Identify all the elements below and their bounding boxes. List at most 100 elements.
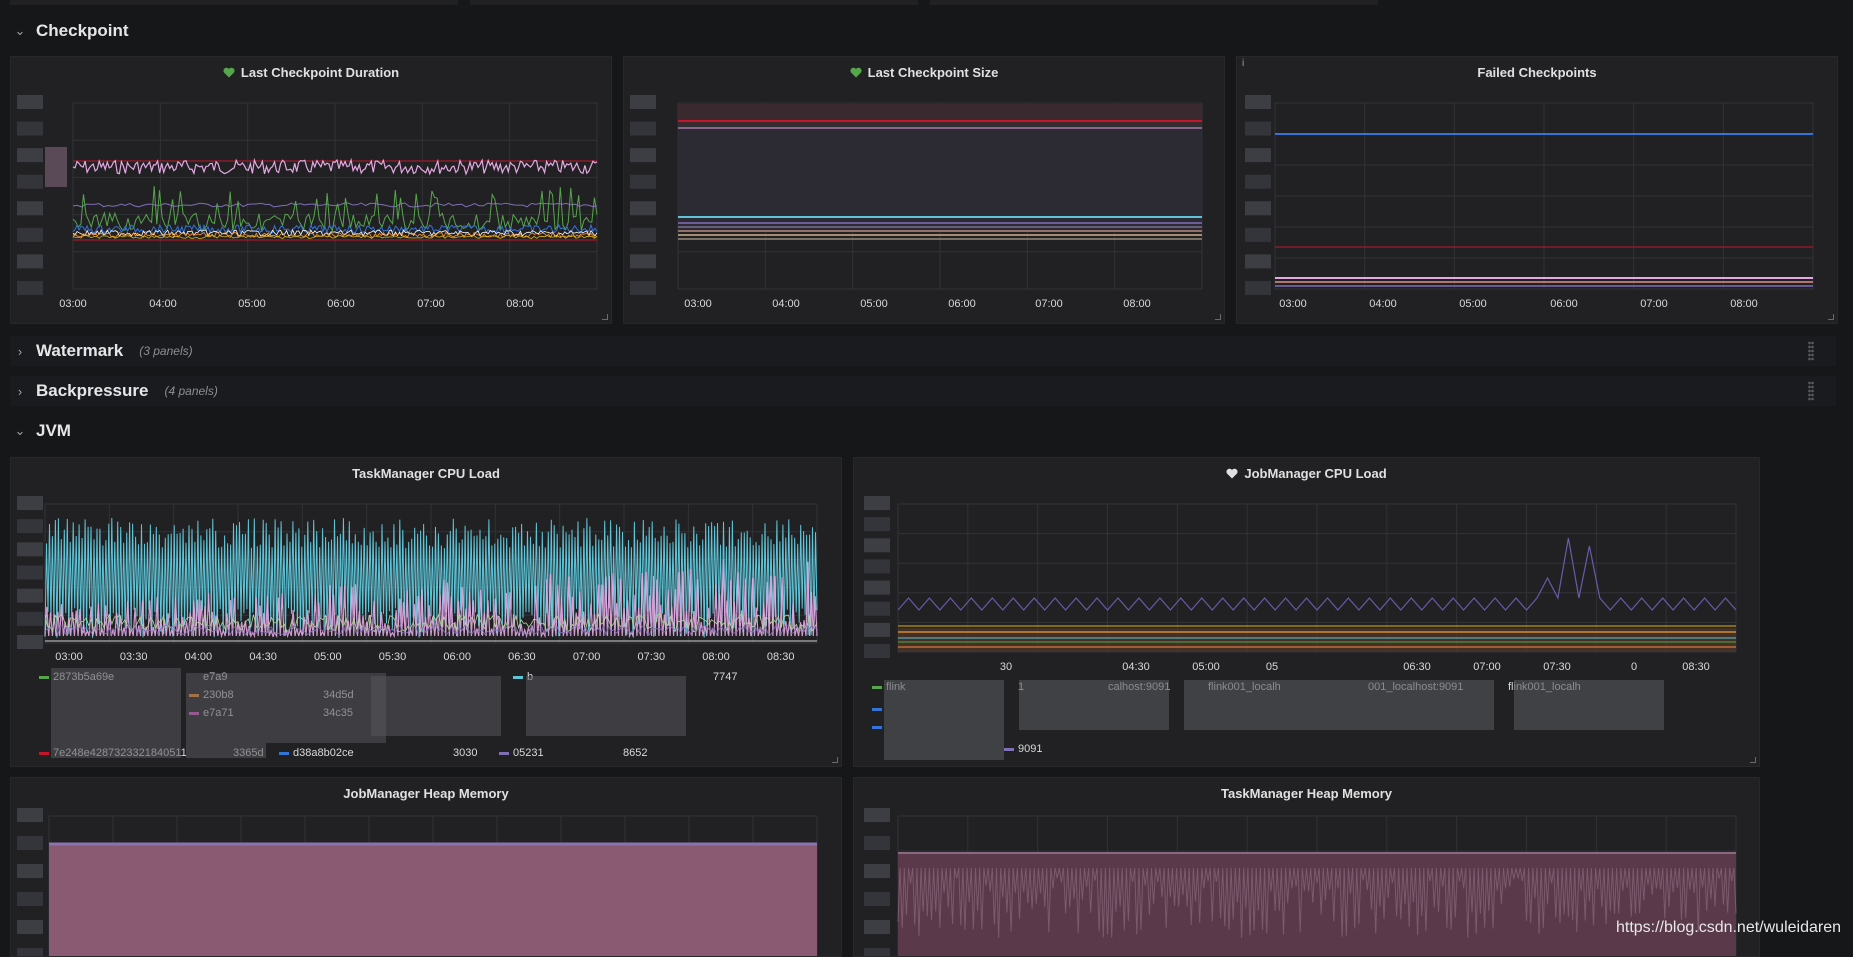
y-tick-label-redacted [630, 201, 656, 216]
y-tick-label-redacted [864, 892, 890, 906]
chart-taskmanager-cpu-load[interactable]: 03:00 03:30 04:00 04:30 05:00 05:30 06:00 06:30… [11, 458, 841, 766]
y-tick-label-redacted [1245, 201, 1271, 216]
panel-last-checkpoint-size[interactable]: Last Checkpoint Size 03:00 04:00 05:00 06:0… [623, 56, 1225, 324]
panel-last-checkpoint-duration[interactable]: Last Checkpoint Duration 03:00 04:00 05:00… [10, 56, 612, 324]
y-tick-label-redacted [630, 227, 656, 242]
redaction-block [1019, 680, 1169, 730]
y-tick-label-redacted [864, 496, 890, 510]
resize-handle[interactable] [1215, 314, 1221, 320]
y-tick-label-redacted [17, 95, 43, 109]
legend-swatch [499, 752, 509, 755]
x-tick-label: 04:00 [149, 298, 177, 310]
row-panel-count: (4 panels) [164, 384, 218, 398]
y-tick-label-redacted [630, 121, 656, 136]
y-tick-label-redacted [17, 148, 43, 163]
series-area [678, 104, 1202, 126]
chart-last-checkpoint-size[interactable]: 03:00 04:00 05:00 06:00 07:00 08:00 [624, 57, 1224, 323]
y-tick-label-redacted [1245, 174, 1271, 189]
legend-swatch [39, 752, 49, 755]
resize-handle[interactable] [1828, 314, 1834, 320]
redaction-block [526, 676, 686, 736]
y-tick-label-redacted [17, 254, 43, 269]
y-tick-label-redacted [17, 174, 43, 189]
x-tick-label: 07:00 [573, 651, 601, 663]
legend-label: 8652 [623, 747, 647, 759]
row-title: JVM [36, 421, 71, 440]
x-tick-label: 04:00 [1369, 298, 1397, 310]
y-tick-label-redacted [864, 517, 890, 532]
panel-jobmanager-heap-memory[interactable]: JobManager Heap Memory [10, 777, 842, 957]
series-area [678, 126, 1202, 231]
legend-label: 9091 [1018, 743, 1042, 755]
resize-handle[interactable] [602, 314, 608, 320]
y-tick-label-redacted [864, 948, 890, 956]
x-tick-label: 05 [1266, 661, 1278, 673]
y-tick-label-redacted [1245, 121, 1271, 136]
y-tick-label-redacted [864, 644, 890, 658]
row-jvm[interactable]: ⌄ JVM [14, 416, 71, 446]
legend-swatch [1004, 748, 1014, 751]
y-tick-label-redacted [17, 519, 43, 534]
panel-failed-checkpoints[interactable]: i Failed Checkpoints 03:00 04:00 05:00 06:0… [1236, 56, 1838, 324]
row-watermark-bar[interactable] [10, 336, 1836, 366]
y-tick-label-redacted [17, 542, 43, 557]
legend-swatch [872, 686, 882, 689]
x-tick-label: 08:00 [702, 651, 730, 663]
chart-jobmanager-heap-memory[interactable] [11, 778, 841, 956]
y-tick-label-redacted [864, 538, 890, 553]
x-tick-label: 07:30 [638, 651, 666, 663]
row-backpressure-bar[interactable] [10, 376, 1836, 406]
drag-handle-icon[interactable] [1808, 341, 1814, 361]
legend-label: d38a8b02ce [293, 747, 354, 759]
y-tick-label-redacted [17, 565, 43, 580]
x-tick-label: 05:00 [860, 298, 888, 310]
x-tick-label: 08:30 [767, 651, 795, 663]
legend-label: 05231 [513, 747, 544, 759]
panel-taskmanager-cpu-load[interactable]: TaskManager CPU Load 03:00 03:30 04:00 04:3… [10, 457, 842, 767]
y-tick-label-redacted [1245, 227, 1271, 242]
chart-failed-checkpoints[interactable]: 03:00 04:00 05:00 06:00 07:00 08:00 [1237, 57, 1837, 323]
chevron-down-icon: ⌄ [14, 423, 26, 438]
chart-last-checkpoint-duration[interactable]: 03:00 04:00 05:00 06:00 07:00 08:00 [11, 57, 611, 323]
y-tick-label-redacted [1245, 281, 1271, 295]
row-panel-count: (3 panels) [139, 344, 193, 358]
y-tick-label-redacted [17, 588, 43, 603]
x-tick-label: 04:30 [249, 651, 277, 663]
row-backpressure[interactable]: › Backpressure (4 panels) [14, 376, 218, 406]
resize-handle[interactable] [832, 757, 838, 763]
x-tick-label: 08:00 [1730, 298, 1758, 310]
y-tick-label-redacted [17, 611, 43, 626]
x-tick-label: 07:00 [417, 298, 445, 310]
x-tick-label: 03:00 [684, 298, 712, 310]
redaction-block [266, 673, 386, 743]
y-tick-label-redacted [17, 948, 43, 956]
chevron-right-icon: › [17, 343, 23, 359]
legend-swatch [39, 676, 49, 679]
y-tick-label-redacted [17, 635, 43, 649]
redaction-block [186, 673, 266, 758]
chart-jobmanager-cpu-load[interactable]: 3004:3005:000506:3007:0007:30008:30flink… [854, 458, 1759, 766]
panel-jobmanager-cpu-load[interactable]: JobManager CPU Load 30 04:30 05:00 05 06:30 0… [853, 457, 1760, 767]
y-tick-label-redacted [1245, 148, 1271, 163]
legend-label: 7747 [713, 671, 737, 683]
row-watermark[interactable]: › Watermark (3 panels) [14, 336, 193, 366]
x-tick-label: 07:30 [1543, 661, 1571, 673]
x-tick-label: 08:30 [1682, 661, 1710, 673]
watermark-url: https://blog.csdn.net/wuleidaren [1615, 919, 1841, 936]
drag-handle-icon[interactable] [1808, 381, 1814, 401]
y-tick-label-redacted [630, 254, 656, 269]
resize-handle[interactable] [1750, 757, 1756, 763]
x-tick-label: 30 [1000, 661, 1012, 673]
redaction-block [371, 676, 501, 736]
x-tick-label: 06:30 [508, 651, 536, 663]
x-tick-label: 07:00 [1035, 298, 1063, 310]
x-tick-label: 04:30 [1122, 661, 1150, 673]
redaction-block [1184, 680, 1394, 730]
x-tick-label: 03:00 [59, 298, 87, 310]
legend-label: 3030 [453, 747, 477, 759]
y-tick-label-redacted [17, 808, 43, 822]
x-tick-label: 03:00 [1279, 298, 1307, 310]
row-checkpoint[interactable]: ⌄ Checkpoint [14, 16, 129, 46]
x-tick-label: 05:00 [238, 298, 266, 310]
y-tick-label-redacted [17, 864, 43, 878]
